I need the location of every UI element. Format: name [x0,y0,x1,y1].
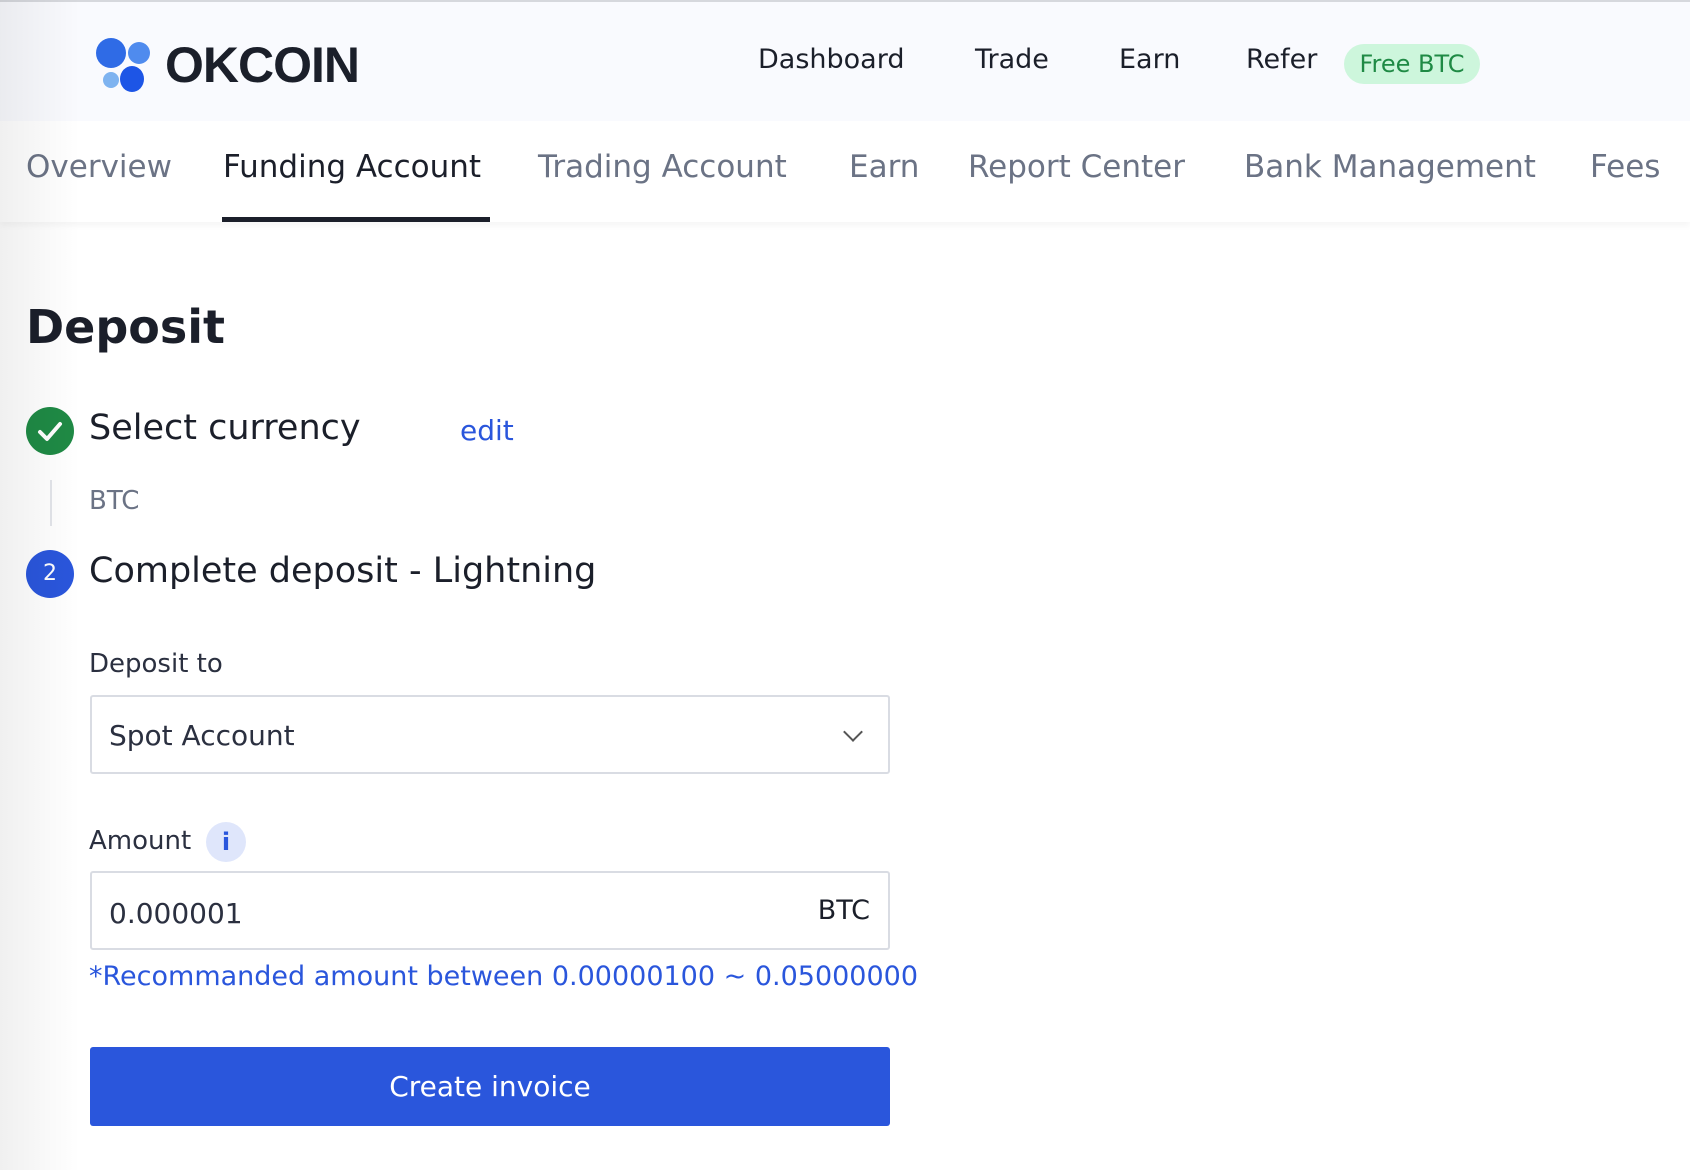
free-btc-badge[interactable]: Free BTC [1344,44,1480,84]
amount-hint: *Recommanded amount between 0.00000100 ~… [89,961,919,992]
step-connector [50,480,52,526]
edit-currency-link[interactable]: edit [460,414,514,447]
step1-title: Select currency [89,408,361,448]
page-title: Deposit [26,300,226,354]
step2-number: 2 [26,550,74,598]
tab-earn[interactable]: Earn [849,149,919,185]
chevron-down-icon [843,722,863,742]
deposit-to-select[interactable]: Spot Account [90,695,890,774]
create-invoice-button[interactable]: Create invoice [90,1047,890,1126]
tab-bank-management[interactable]: Bank Management [1244,149,1536,185]
amount-unit: BTC [817,895,870,926]
amount-input[interactable]: 0.000001 BTC [90,871,890,950]
deposit-to-label: Deposit to [89,649,223,679]
info-icon[interactable]: i [206,822,246,862]
brand-name[interactable]: OKCOIN [165,36,360,94]
amount-value: 0.000001 [109,897,243,930]
nav-earn[interactable]: Earn [1119,44,1180,75]
tab-overview[interactable]: Overview [26,149,172,185]
tab-funding-account[interactable]: Funding Account [223,149,481,185]
account-tabs: Overview Funding Account Trading Account… [0,121,1690,222]
selected-currency: BTC [89,486,140,516]
tab-report-center[interactable]: Report Center [968,149,1185,185]
nav-refer[interactable]: Refer [1246,44,1317,75]
amount-label: Amount [89,826,192,856]
nav-trade[interactable]: Trade [975,44,1049,75]
deposit-to-value: Spot Account [109,719,295,752]
okcoin-logo-icon[interactable] [96,38,152,92]
header: OKCOIN Dashboard Trade Earn Refer Free B… [0,2,1690,121]
step2-title: Complete deposit - Lightning [89,551,597,591]
check-icon [26,407,74,455]
nav-dashboard[interactable]: Dashboard [758,44,904,75]
tab-fees[interactable]: Fees [1590,149,1660,185]
tab-trading-account[interactable]: Trading Account [538,149,787,185]
active-tab-indicator [222,217,490,222]
